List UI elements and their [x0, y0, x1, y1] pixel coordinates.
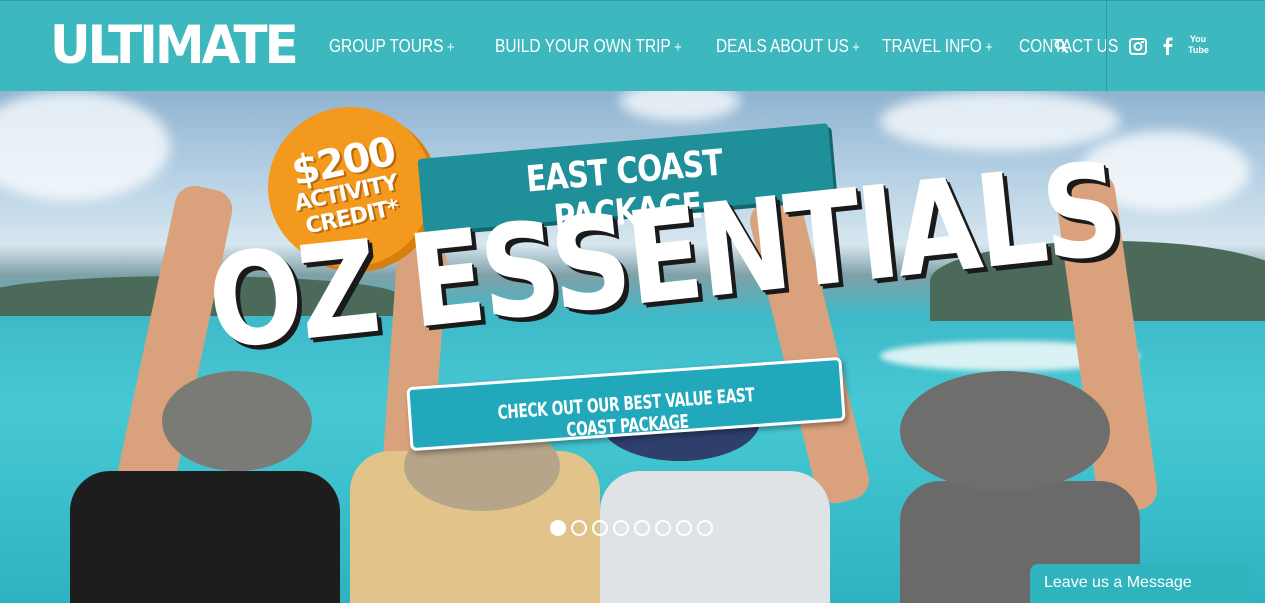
- site-logo[interactable]: ULTIMATE: [50, 14, 299, 77]
- instagram-icon[interactable]: [1128, 35, 1148, 57]
- nav-travel-info[interactable]: TRAVEL INFO +: [882, 36, 993, 57]
- nav-label: BUILD YOUR OWN TRIP: [494, 36, 671, 56]
- nav-contact-us[interactable]: CONTACT US: [1019, 36, 1118, 57]
- site-header: ULTIMATE GROUP TOURS + BUILD YOUR OWN TRI…: [0, 0, 1265, 92]
- slider-dot[interactable]: [634, 520, 650, 536]
- header-divider: [1106, 1, 1107, 92]
- cta-button[interactable]: CHECK OUT OUR BEST VALUE EAST COAST PACK…: [406, 356, 846, 452]
- nav-plus-icon: +: [852, 39, 860, 56]
- cloud-shape: [620, 91, 740, 121]
- nav-label: GROUP TOURS: [329, 36, 444, 56]
- slider-dot[interactable]: [550, 520, 566, 536]
- person-shape: [600, 471, 830, 603]
- nav-plus-icon: +: [446, 39, 455, 56]
- youtube-label: You Tube: [1188, 34, 1209, 55]
- person-shape: [70, 471, 340, 603]
- cloud-shape: [0, 91, 170, 201]
- nav-label: TRAVEL INFO: [882, 36, 983, 56]
- nav-plus-icon: +: [673, 39, 682, 56]
- nav-label: ABOUT US: [769, 36, 849, 56]
- nav-group-tours[interactable]: GROUP TOURS +: [329, 36, 454, 57]
- slider-dot[interactable]: [676, 520, 692, 536]
- search-icon[interactable]: [1054, 39, 1068, 53]
- slider-dot[interactable]: [592, 520, 608, 536]
- slider-dot[interactable]: [697, 520, 713, 536]
- facebook-icon[interactable]: [1158, 35, 1178, 57]
- chat-widget[interactable]: Leave us a Message: [1030, 564, 1249, 603]
- slider-dot[interactable]: [655, 520, 671, 536]
- nav-label: DEALS: [715, 36, 767, 56]
- slider-dot[interactable]: [571, 520, 587, 536]
- nav-plus-icon: +: [985, 39, 994, 56]
- slider-dots: [550, 520, 713, 536]
- youtube-icon[interactable]: You Tube: [1188, 34, 1209, 58]
- hat-shape: [900, 371, 1110, 491]
- main-nav: GROUP TOURS + BUILD YOUR OWN TRIP + DEALS …: [329, 1, 1135, 92]
- nav-label: CONTACT US: [1019, 36, 1119, 56]
- hat-shape: [162, 371, 312, 471]
- chat-label: Leave us a Message: [1044, 574, 1192, 591]
- slider-dot[interactable]: [613, 520, 629, 536]
- hero-slider: $200 ACTIVITY CREDIT* EAST COAST PACKAGE…: [0, 91, 1265, 603]
- nav-deals[interactable]: DEALS: [716, 36, 767, 57]
- nav-about-us[interactable]: ABOUT US +: [770, 36, 860, 57]
- nav-build-your-own-trip[interactable]: BUILD YOUR OWN TRIP +: [495, 36, 682, 57]
